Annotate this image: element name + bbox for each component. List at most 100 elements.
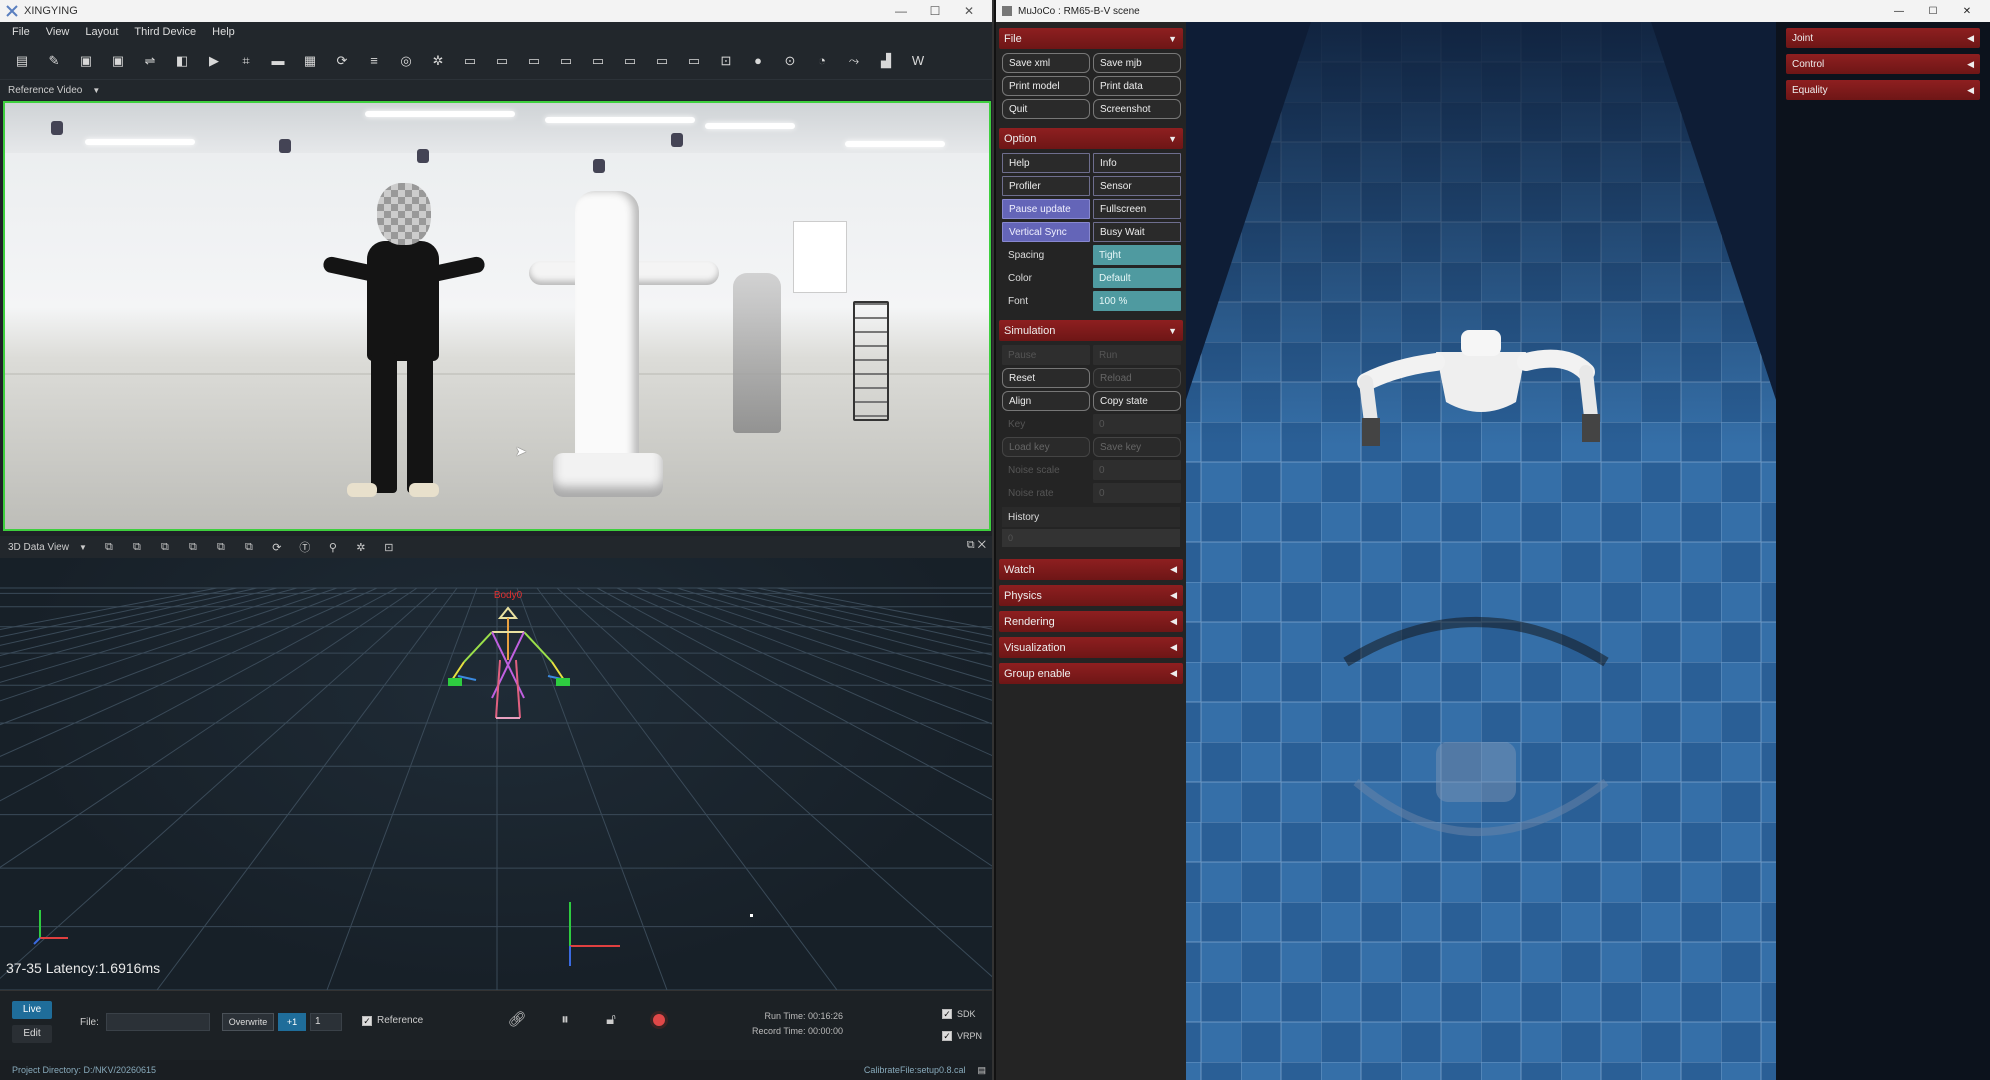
info-toggle[interactable]: Info [1093, 153, 1181, 173]
bar-icon[interactable]: ▬ [267, 50, 289, 72]
save-key-button[interactable]: Save key [1093, 437, 1181, 457]
help-toggle[interactable]: Help [1002, 153, 1090, 173]
fullscreen-toggle[interactable]: Fullscreen [1093, 199, 1181, 219]
key-slider[interactable]: 0 [1093, 414, 1181, 434]
menu-third-device[interactable]: Third Device [126, 26, 204, 38]
gear-icon[interactable]: ✲ [427, 50, 449, 72]
section-simulation[interactable]: Simulation ▼ [999, 320, 1183, 341]
layout-6-icon[interactable]: ▭ [651, 50, 673, 72]
save-as-icon[interactable]: ▣ [107, 50, 129, 72]
view-1-icon[interactable]: ⧉ [100, 538, 118, 556]
edit-button[interactable]: Edit [12, 1025, 52, 1043]
record-button[interactable] [650, 1011, 668, 1029]
reference-video-label[interactable]: Reference Video [8, 85, 82, 96]
layout-1-icon[interactable]: ▭ [491, 50, 513, 72]
section-option[interactable]: Option ▼ [999, 128, 1183, 149]
menu-layout[interactable]: Layout [77, 26, 126, 38]
screenshot-button[interactable]: Screenshot [1093, 99, 1181, 119]
view3d-label[interactable]: 3D Data View [8, 542, 69, 553]
layout-4-icon[interactable]: ▭ [587, 50, 609, 72]
reload-button[interactable]: Reload [1093, 368, 1181, 388]
monitor-icon[interactable]: ▭ [459, 50, 481, 72]
pause-radio[interactable]: Pause [1002, 345, 1090, 365]
busy-wait-toggle[interactable]: Busy Wait [1093, 222, 1181, 242]
close-button[interactable]: ✕ [1950, 6, 1984, 17]
link-icon[interactable]: ⇌ [139, 50, 161, 72]
lock-icon[interactable]: ⊡ [715, 50, 737, 72]
save-icon[interactable]: ▣ [75, 50, 97, 72]
section-equality[interactable]: Equality ◀ [1786, 80, 1980, 100]
history-slider[interactable]: 0 [1002, 529, 1180, 547]
dropdown-caret-icon[interactable]: ▼ [92, 86, 100, 95]
view-3-icon[interactable]: ⧉ [156, 538, 174, 556]
save-mjb-button[interactable]: Save mjb [1093, 53, 1181, 73]
layers-icon[interactable]: ≡ [363, 50, 385, 72]
record-icon[interactable]: ● [747, 50, 769, 72]
unlock-icon[interactable]: 🔓︎ [600, 1009, 622, 1031]
maximize-button[interactable]: ☐ [1916, 6, 1950, 17]
noise-scale-slider[interactable]: 0 [1093, 460, 1181, 480]
reference-checkbox[interactable]: ✓ Reference [362, 1015, 423, 1026]
link-icon[interactable]: 🔗︎ [506, 1009, 528, 1031]
maximize-button[interactable]: ☐ [918, 4, 952, 18]
print-model-button[interactable]: Print model [1002, 76, 1090, 96]
view-4-icon[interactable]: ⧉ [184, 538, 202, 556]
profiler-toggle[interactable]: Profiler [1002, 176, 1090, 196]
section-physics[interactable]: Physics ◀ [999, 585, 1183, 606]
frame-icon[interactable]: ⊡ [380, 538, 398, 556]
section-control[interactable]: Control ◀ [1786, 54, 1980, 74]
save-xml-button[interactable]: Save xml [1002, 53, 1090, 73]
branch-icon[interactable]: ⤳ [843, 50, 865, 72]
font-select[interactable]: 100 % [1093, 291, 1181, 311]
open-folder-icon[interactable]: ▤ [11, 50, 33, 72]
target-icon[interactable]: ⊙ [779, 50, 801, 72]
checkbox-checked-icon[interactable]: ✓ [362, 1015, 372, 1026]
dropdown-caret-icon[interactable]: ▼ [79, 543, 87, 552]
copy-state-button[interactable]: Copy state [1093, 391, 1181, 411]
live-button[interactable]: Live [12, 1001, 52, 1019]
menu-view[interactable]: View [38, 26, 78, 38]
section-visualization[interactable]: Visualization ◀ [999, 637, 1183, 658]
load-key-button[interactable]: Load key [1002, 437, 1090, 457]
layout-5-icon[interactable]: ▭ [619, 50, 641, 72]
layout-2-icon[interactable]: ▭ [523, 50, 545, 72]
gauge-icon[interactable]: ◔ [811, 50, 833, 72]
checkbox-checked-icon[interactable]: ✓ [942, 1009, 952, 1019]
film-icon[interactable]: ▦ [299, 50, 321, 72]
noise-rate-slider[interactable]: 0 [1093, 483, 1181, 503]
menu-help[interactable]: Help [204, 26, 243, 38]
video-icon[interactable]: ▶ [203, 50, 225, 72]
increment-button[interactable]: +1 [278, 1013, 306, 1031]
file-input[interactable] [106, 1013, 210, 1031]
section-rendering[interactable]: Rendering ◀ [999, 611, 1183, 632]
rotate-icon[interactable]: ⟳ [268, 538, 286, 556]
chart-icon[interactable]: ▟ [875, 50, 897, 72]
close-button[interactable]: ✕ [952, 4, 986, 18]
section-file[interactable]: File ▼ [999, 28, 1183, 49]
t-icon[interactable]: Ⓣ [296, 538, 314, 556]
database-icon[interactable]: ◎ [395, 50, 417, 72]
view3d-window-controls[interactable]: ⧉ ✕ [967, 539, 986, 552]
color-select[interactable]: Default [1093, 268, 1181, 288]
refresh-icon[interactable]: ⟳ [331, 50, 353, 72]
reference-video-view[interactable]: ➤ [3, 101, 991, 531]
sensor-toggle[interactable]: Sensor [1093, 176, 1181, 196]
view-6-icon[interactable]: ⧉ [240, 538, 258, 556]
overwrite-button[interactable]: Overwrite [222, 1013, 274, 1031]
w-icon[interactable]: W [907, 50, 929, 72]
layout-7-icon[interactable]: ▭ [683, 50, 705, 72]
print-data-button[interactable]: Print data [1093, 76, 1181, 96]
section-joint[interactable]: Joint ◀ [1786, 28, 1980, 48]
3d-data-view[interactable]: Body0 37-35 Latency:1.6916ms [0, 558, 992, 990]
section-group-enable[interactable]: Group enable ◀ [999, 663, 1183, 684]
checkbox-checked-icon[interactable]: ✓ [942, 1031, 952, 1041]
star-icon[interactable]: ✲ [352, 538, 370, 556]
run-radio[interactable]: Run [1093, 345, 1181, 365]
mujoco-3d-scene[interactable] [1186, 22, 1776, 1080]
quit-button[interactable]: Quit [1002, 99, 1090, 119]
menu-file[interactable]: File [4, 26, 38, 38]
align-button[interactable]: Align [1002, 391, 1090, 411]
document-icon[interactable]: ▤ [977, 1065, 986, 1076]
number-stepper[interactable]: 1 [310, 1013, 342, 1031]
spacing-select[interactable]: Tight [1093, 245, 1181, 265]
